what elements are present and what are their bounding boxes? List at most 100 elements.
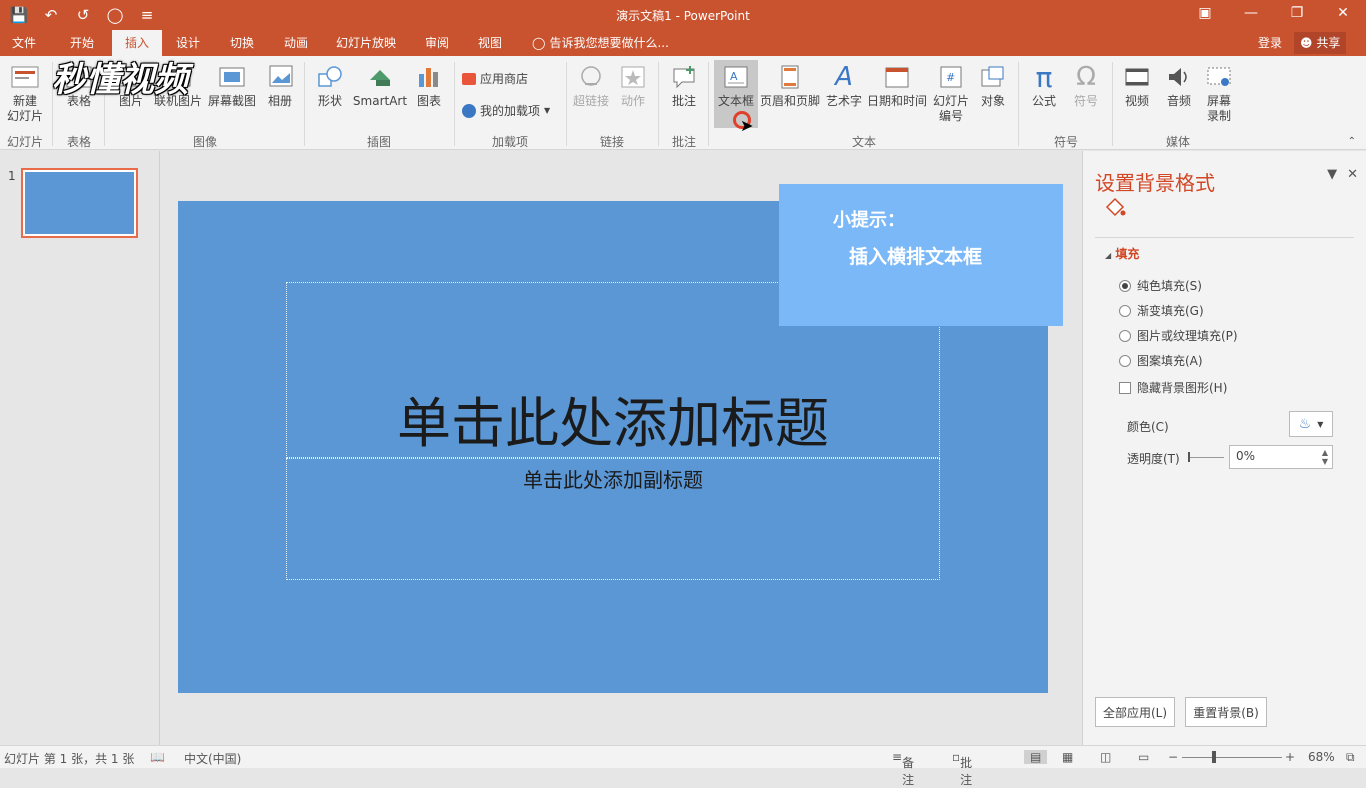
tab-view[interactable]: 视图: [472, 30, 508, 56]
tab-animations[interactable]: 动画: [278, 30, 314, 56]
tab-file[interactable]: 文件: [6, 30, 42, 56]
fit-slide-icon[interactable]: ⧉: [1346, 750, 1355, 765]
chart-button[interactable]: 图表: [412, 60, 446, 109]
reading-view-icon[interactable]: ◫: [1100, 750, 1111, 764]
audio-label: 音频: [1166, 94, 1191, 108]
collapse-ribbon-icon[interactable]: ⌃: [1348, 136, 1356, 147]
transparency-slider[interactable]: [1188, 452, 1224, 462]
wordart-button[interactable]: A 艺术字: [824, 60, 864, 109]
shapes-button[interactable]: 形状: [312, 60, 348, 109]
minimize-button[interactable]: —: [1228, 0, 1274, 26]
hide-bg-label: 隐藏背景图形(H): [1137, 381, 1228, 395]
my-addins-button[interactable]: 我的加载项 ▼: [462, 102, 550, 119]
ribbon-display-options-icon[interactable]: ▣: [1182, 0, 1228, 26]
svg-text:A: A: [730, 70, 738, 83]
redo-icon[interactable]: ↺: [72, 4, 94, 26]
hide-bg-checkbox[interactable]: [1119, 381, 1131, 394]
transparency-value: 0%: [1236, 449, 1256, 463]
slideshow-view-icon[interactable]: ▭: [1138, 750, 1149, 764]
symbol-button[interactable]: Ω 符号: [1066, 60, 1106, 109]
zoom-level[interactable]: 68%: [1308, 750, 1335, 764]
new-slide-button[interactable]: 新建 幻灯片: [4, 60, 46, 124]
subtitle-placeholder[interactable]: 单击此处添加副标题: [286, 458, 940, 580]
customize-qat-icon[interactable]: ≡: [136, 4, 158, 26]
normal-view-icon[interactable]: ▤: [1024, 750, 1048, 764]
group-links-label: 链接: [599, 135, 624, 149]
svg-text:#: #: [946, 71, 955, 84]
group-addins-label: 加载项: [491, 135, 528, 149]
datetime-button[interactable]: 日期和时间: [866, 60, 928, 109]
screen-record-button[interactable]: 屏幕 录制: [1200, 60, 1238, 124]
picture-fill-option[interactable]: 图片或纹理填充(P): [1119, 327, 1238, 344]
language-indicator[interactable]: 中文(中国): [184, 750, 241, 767]
fill-section-header[interactable]: ◢ 填充: [1105, 245, 1139, 262]
save-icon[interactable]: 💾: [8, 4, 30, 26]
start-slideshow-icon[interactable]: ◯: [104, 4, 126, 26]
gradient-fill-option[interactable]: 渐变填充(G): [1119, 302, 1204, 319]
omega-icon: Ω: [1076, 61, 1096, 92]
color-picker-button[interactable]: ♨ ▼: [1289, 411, 1333, 437]
zoom-slider-thumb[interactable]: [1212, 751, 1216, 763]
transparency-input[interactable]: 0% ▲ ▼: [1229, 445, 1333, 469]
equation-button[interactable]: π 公式: [1024, 60, 1064, 109]
window-title: 演示文稿1 - PowerPoint: [616, 9, 750, 23]
person-icon: ☻: [1300, 36, 1313, 50]
spin-arrows-icon[interactable]: ▲ ▼: [1322, 448, 1328, 466]
pattern-fill-radio[interactable]: [1119, 354, 1131, 367]
comments-label: 批注: [960, 756, 973, 787]
slide-sorter-icon[interactable]: ▦: [1062, 750, 1073, 764]
pattern-fill-option[interactable]: 图案填充(A): [1119, 352, 1203, 369]
object-label: 对象: [980, 94, 1005, 108]
screenshot-button[interactable]: 屏幕截图: [206, 60, 258, 109]
picture-fill-radio[interactable]: [1119, 329, 1131, 342]
picture-fill-label: 图片或纹理填充(P): [1137, 329, 1238, 343]
share-button[interactable]: ☻ 共享: [1294, 32, 1347, 54]
pane-options-icon[interactable]: ▼: [1327, 167, 1337, 182]
addins-icon: [462, 103, 476, 118]
subtitle-placeholder-text: 单击此处添加副标题: [523, 468, 703, 492]
hyperlink-button[interactable]: 超链接: [572, 60, 610, 109]
tab-transitions[interactable]: 切换: [224, 30, 260, 56]
login-link[interactable]: 登录: [1258, 30, 1282, 56]
audio-button[interactable]: 音频: [1160, 60, 1198, 109]
reset-background-button[interactable]: 重置背景(B): [1185, 697, 1267, 727]
solid-fill-option[interactable]: 纯色填充(S): [1119, 277, 1202, 294]
tab-review[interactable]: 审阅: [419, 30, 455, 56]
object-button[interactable]: 对象: [974, 60, 1012, 109]
store-label: 应用商店: [480, 72, 529, 86]
zoom-in-icon[interactable]: +: [1285, 750, 1295, 764]
comments-button[interactable]: ▫ 批注: [952, 750, 972, 787]
hide-bg-graphics-option[interactable]: 隐藏背景图形(H): [1119, 379, 1227, 396]
close-button[interactable]: ✕: [1320, 0, 1366, 26]
fill-section-label: 填充: [1115, 247, 1140, 261]
tell-me-box[interactable]: ◯ 告诉我您想要做什么...: [532, 30, 669, 56]
my-addins-label: 我的加载项: [480, 104, 541, 118]
fill-bucket-icon[interactable]: [1103, 197, 1127, 222]
status-bar: 幻灯片 第 1 张，共 1 张 📖 中文(中国) ≡ 备注 ▫ 批注 ▤ ▦ ◫…: [0, 745, 1366, 787]
header-footer-button[interactable]: 页眉和页脚: [758, 60, 822, 109]
restore-button[interactable]: ❐: [1274, 0, 1320, 26]
zoom-out-icon[interactable]: −: [1168, 750, 1178, 764]
comment-button[interactable]: 批注: [666, 60, 702, 109]
tell-me-text: 告诉我您想要做什么...: [549, 36, 669, 50]
wordart-label: 艺术字: [825, 94, 862, 108]
tip-overlay: 小提示： 插入横排文本框: [779, 184, 1063, 326]
store-button[interactable]: 应用商店: [462, 70, 528, 87]
solid-fill-radio[interactable]: [1119, 279, 1131, 292]
slide-thumbnail[interactable]: [21, 168, 138, 238]
undo-icon[interactable]: ↶: [40, 4, 62, 26]
album-button[interactable]: 相册: [262, 60, 298, 109]
notes-button[interactable]: ≡ 备注: [892, 750, 914, 787]
apply-all-button[interactable]: 全部应用(L): [1095, 697, 1175, 727]
pi-icon: π: [1035, 60, 1053, 94]
video-button[interactable]: 视频: [1118, 60, 1156, 109]
smartart-button[interactable]: SmartArt: [352, 60, 408, 109]
gradient-fill-radio[interactable]: [1119, 304, 1131, 317]
zoom-slider[interactable]: [1182, 757, 1282, 758]
slide-number-button[interactable]: # 幻灯片 编号: [930, 60, 972, 124]
action-button[interactable]: 动作: [616, 60, 650, 109]
pane-title: 设置背景格式: [1095, 171, 1215, 195]
tab-slideshow[interactable]: 幻灯片放映: [330, 30, 402, 56]
pane-close-icon[interactable]: ✕: [1347, 167, 1358, 182]
spell-check-icon[interactable]: 📖: [150, 750, 165, 764]
